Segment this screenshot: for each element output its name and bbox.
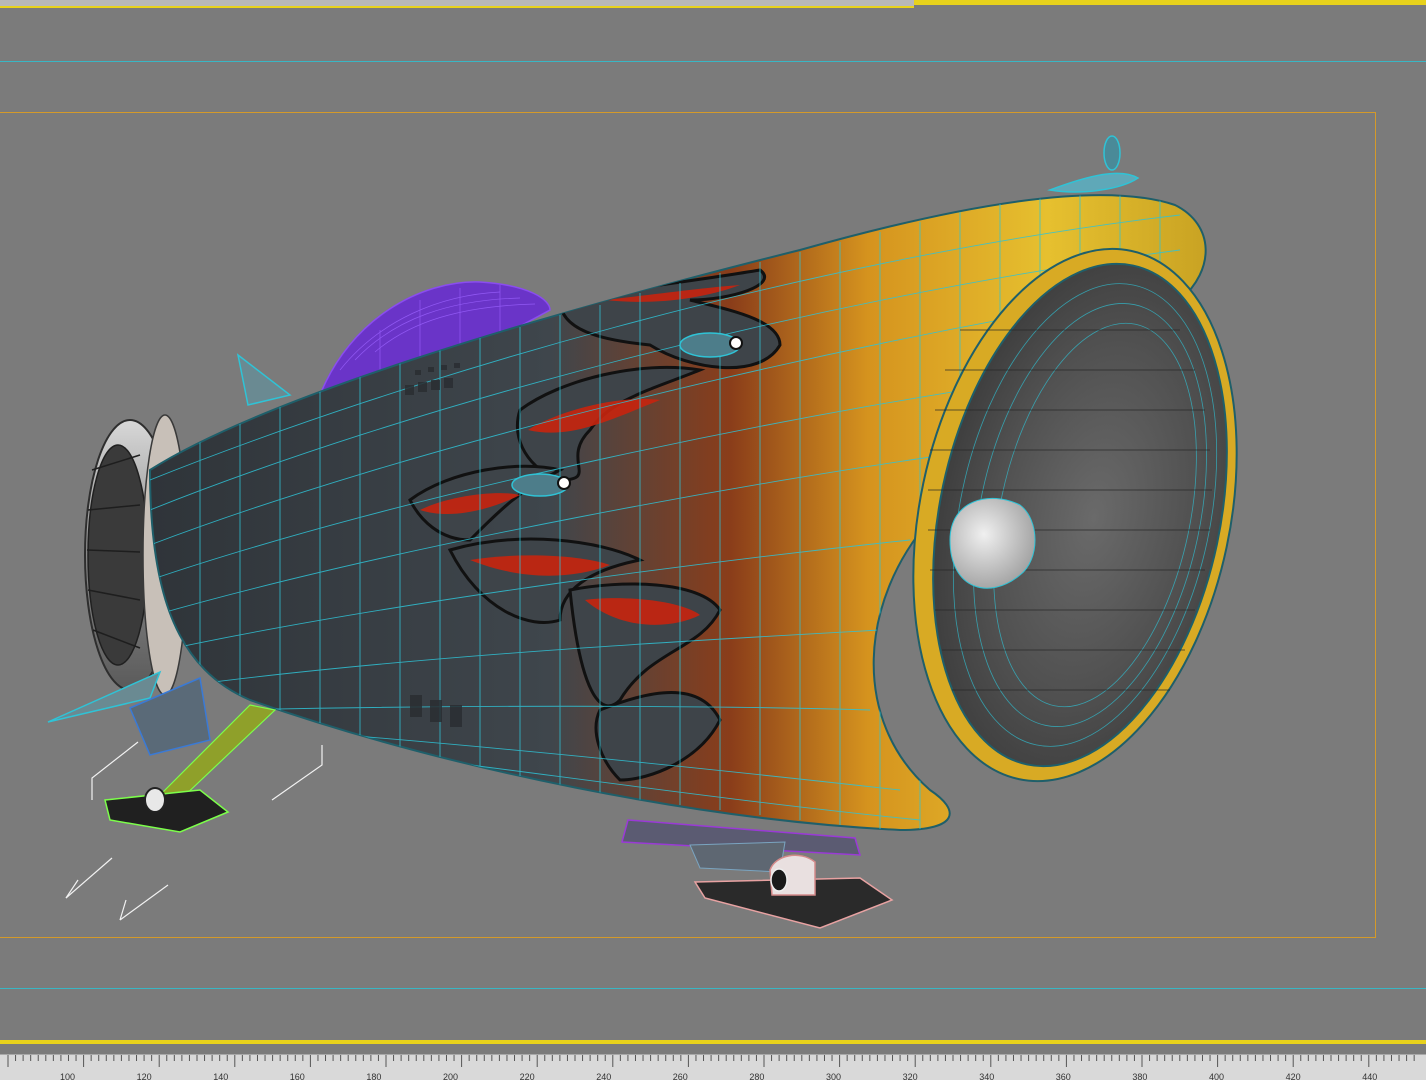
ruler-label: 280: [749, 1072, 765, 1080]
ruler-label: 180: [366, 1072, 382, 1080]
ruler-label: 360: [1055, 1072, 1071, 1080]
top-rear-fin[interactable]: [236, 353, 292, 406]
ruler-label: 120: [136, 1072, 152, 1080]
perspective-viewport[interactable]: 100 120 140 160 180 200 220 240 260 280 300 320 340 3…: [0, 0, 1426, 1080]
side-port-upper[interactable]: [679, 332, 743, 358]
side-port-lower[interactable]: [511, 473, 571, 497]
ruler-label: 380: [1132, 1072, 1148, 1080]
ruler-label: 400: [1209, 1072, 1225, 1080]
ruler-label: 100: [60, 1072, 76, 1080]
ruler-label: 260: [672, 1072, 688, 1080]
ruler-label: 340: [979, 1072, 995, 1080]
ruler-label: 300: [826, 1072, 842, 1080]
ruler-label: 200: [443, 1072, 459, 1080]
rear-landing-gear[interactable]: [65, 676, 323, 921]
ruler-label: 220: [519, 1072, 535, 1080]
active-viewport-border-bottom: [0, 1040, 1426, 1044]
ruler-label: 240: [596, 1072, 612, 1080]
top-antenna[interactable]: [1047, 135, 1140, 193]
ruler-label: 420: [1285, 1072, 1301, 1080]
ruler-label: 320: [902, 1072, 918, 1080]
jet-engine-model[interactable]: [0, 0, 1426, 1040]
timeline-ruler[interactable]: 100 120 140 160 180 200 220 240 260 280 300 320 340 3…: [0, 1054, 1426, 1080]
ruler-label: 160: [289, 1072, 305, 1080]
ruler-label: 140: [213, 1072, 229, 1080]
front-landing-gear[interactable]: [621, 819, 894, 929]
ruler-label: 440: [1362, 1072, 1378, 1080]
